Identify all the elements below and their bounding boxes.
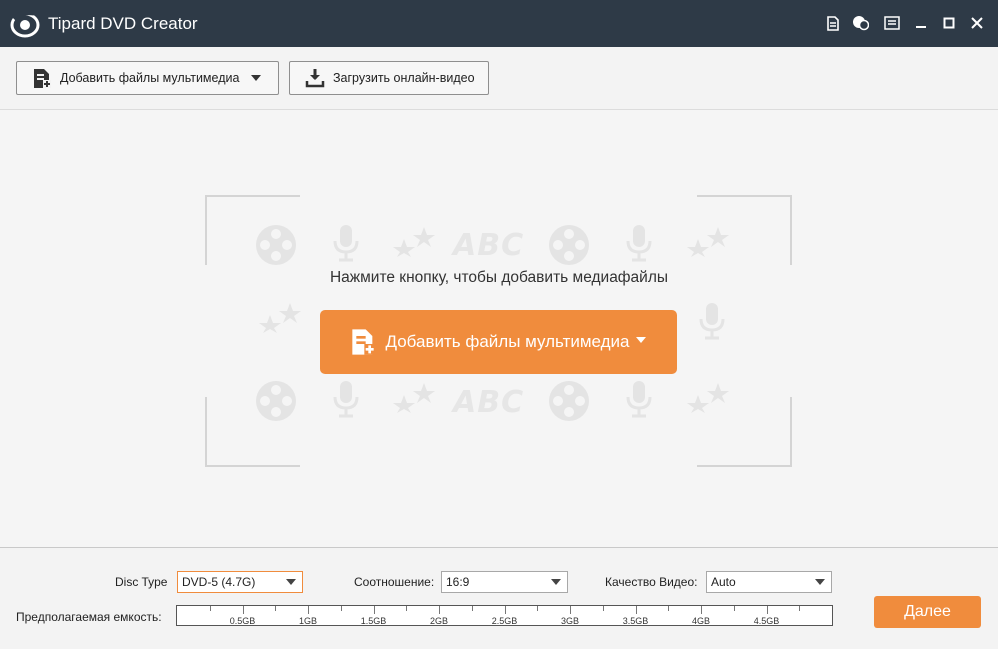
chat-icon[interactable] [850, 13, 870, 33]
film-reel-icon [549, 225, 589, 265]
capacity-tick [340, 606, 342, 611]
quality-value: Auto [711, 575, 736, 589]
stars-icon [393, 227, 435, 257]
disc-type-select[interactable]: DVD-5 (4.7G) [177, 571, 303, 593]
capacity-tick [733, 606, 735, 611]
close-icon[interactable] [967, 13, 987, 33]
add-media-button[interactable]: Добавить файлы мультимедиа [16, 61, 279, 95]
ratio-value: 16:9 [446, 575, 470, 589]
microphone-icon [699, 303, 725, 340]
minimize-icon[interactable] [911, 13, 931, 33]
capacity-tick [373, 606, 375, 614]
capacity-tick [701, 606, 702, 614]
capacity-tick [209, 606, 211, 611]
capacity-tick-label: 4.5GB [753, 616, 780, 626]
capacity-label: Предполагаемая емкость: [16, 610, 162, 624]
bottom-panel: Disc Type DVD-5 (4.7G) Соотношение: 16:9… [0, 547, 998, 649]
abc-decor: ABC [453, 228, 525, 263]
add-media-label: Добавить файлы мультимедиа [60, 71, 240, 85]
capacity-tick [799, 606, 801, 611]
microphone-icon [333, 225, 359, 262]
microphone-icon [626, 381, 652, 418]
capacity-tick [242, 606, 244, 614]
menu-icon[interactable] [882, 13, 902, 33]
capacity-tick-label: 1.5GB [360, 616, 387, 626]
quality-label: Качество Видео: [605, 575, 698, 589]
film-reel-icon [256, 381, 296, 421]
drop-hint: Нажмите кнопку, чтобы добавить медиафайл… [329, 269, 669, 286]
capacity-tick-label: 0.5GB [229, 616, 256, 626]
film-reel-icon [256, 225, 296, 265]
capacity-tick [439, 606, 440, 614]
add-media-big-label: Добавить файлы мультимедиа [385, 332, 630, 351]
capacity-tick-label: 4GB [691, 616, 711, 626]
abc-decor: ABC [453, 385, 525, 420]
title-bar: Tipard DVD Creator [0, 0, 998, 47]
capacity-tick [308, 606, 309, 614]
capacity-tick [504, 606, 506, 614]
disc-type-label: Disc Type [115, 575, 168, 589]
ratio-select[interactable]: 16:9 [441, 571, 568, 593]
microphone-icon [333, 381, 359, 418]
download-icon [305, 67, 325, 89]
quality-select[interactable]: Auto [706, 571, 832, 593]
chevron-down-icon[interactable] [635, 337, 646, 343]
next-button[interactable]: Далее [874, 596, 981, 628]
drop-area[interactable]: ABC ABC Нажмите кнопку, чтобы добавить м… [0, 111, 998, 547]
capacity-tick [471, 606, 473, 611]
stars-icon [687, 383, 729, 413]
add-media-big-button[interactable]: Добавить файлы мультимедиа [320, 310, 677, 374]
add-file-icon [32, 67, 52, 89]
film-reel-icon [549, 381, 589, 421]
chevron-down-icon [815, 579, 825, 585]
window-title: Tipard DVD Creator [48, 14, 198, 33]
disc-type-value: DVD-5 (4.7G) [182, 575, 256, 589]
capacity-tick [668, 606, 670, 611]
stars-icon [393, 383, 435, 413]
chevron-down-icon [551, 579, 561, 585]
maximize-icon[interactable] [939, 13, 959, 33]
stars-icon [259, 303, 301, 333]
capacity-tick-label: 2GB [429, 616, 449, 626]
capacity-tick-label: 2.5GB [491, 616, 518, 626]
chevron-down-icon [286, 579, 296, 585]
capacity-bar: 0.5GB 1GB 1.5GB 2GB 2.5GB 3GB 3.5GB 4GB 4.5GB [176, 605, 833, 626]
capacity-tick-label: 3.5GB [622, 616, 649, 626]
capacity-tick [537, 606, 539, 611]
chevron-down-icon[interactable] [251, 75, 262, 81]
capacity-tick [406, 606, 408, 611]
capacity-tick [570, 606, 571, 614]
stars-icon [687, 227, 729, 257]
capacity-tick-label: 1GB [298, 616, 318, 626]
ratio-label: Соотношение: [354, 575, 435, 589]
toolbar: Добавить файлы мультимедиа Загрузить онл… [0, 47, 998, 110]
download-label: Загрузить онлайн-видео [333, 71, 475, 85]
capacity-tick [275, 606, 277, 611]
app-logo-icon [10, 10, 40, 38]
capacity-tick [766, 606, 768, 614]
document-icon[interactable] [823, 13, 843, 33]
capacity-tick-label: 3GB [560, 616, 580, 626]
capacity-tick [635, 606, 637, 614]
capacity-tick [602, 606, 604, 611]
download-online-video-button[interactable]: Загрузить онлайн-видео [289, 61, 489, 95]
add-file-icon [351, 328, 376, 356]
microphone-icon [626, 225, 652, 262]
